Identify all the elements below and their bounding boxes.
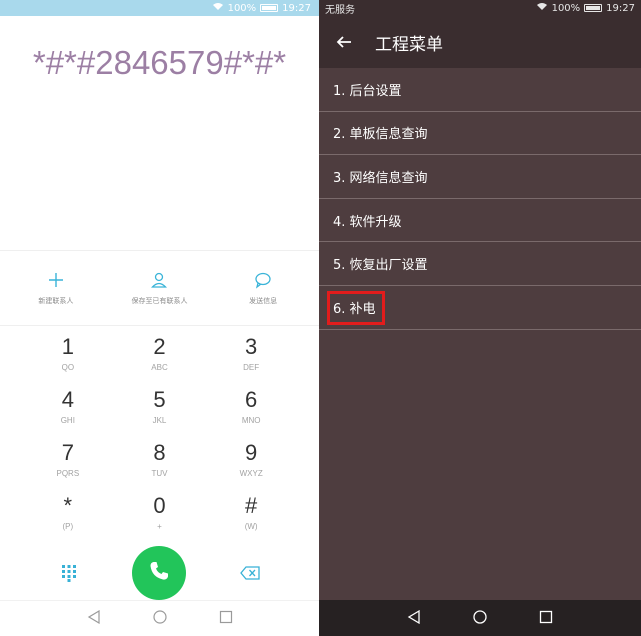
- app-bar: 工程菜单: [319, 16, 641, 68]
- key-letters: ABC: [151, 362, 168, 372]
- key-8[interactable]: 8 TUV: [114, 434, 206, 487]
- key-letters: QO: [61, 362, 75, 372]
- back-arrow-icon[interactable]: [335, 33, 353, 51]
- key-letters: JKL: [152, 415, 167, 425]
- menu-item-board-info[interactable]: 2. 单板信息查询: [319, 112, 641, 156]
- message-icon: [254, 270, 272, 290]
- key-letters: +: [157, 521, 162, 531]
- dial-display: *#*#2846579#*#*: [0, 16, 319, 250]
- key-digit: 8: [153, 439, 166, 465]
- new-contact-action[interactable]: 新建联系人: [6, 270, 106, 306]
- key-6[interactable]: 6 MNO: [205, 381, 297, 434]
- keypad: 1 QO 2 ABC 3 DEF 4 GHI 5 JKL 6 MNO 7 PQRS 8 TUV …: [0, 328, 319, 540]
- status-time: 19:27: [606, 2, 635, 14]
- menu-item-background-settings[interactable]: 1. 后台设置: [319, 68, 641, 112]
- save-to-contact-label: 保存至已有联系人: [131, 297, 188, 305]
- call-button[interactable]: [132, 546, 187, 600]
- nav-home-icon[interactable]: [152, 609, 167, 628]
- highlight-box: [327, 290, 385, 325]
- key-letters: (P): [62, 521, 74, 531]
- key-9[interactable]: 9 WXYZ: [205, 434, 297, 487]
- key-star[interactable]: * (P): [22, 487, 114, 540]
- battery-percent: 100%: [227, 2, 257, 14]
- status-bar: 无服务 100% 19:27: [319, 0, 641, 16]
- battery-icon: [260, 4, 279, 12]
- key-5[interactable]: 5 JKL: [114, 381, 206, 434]
- battery-icon: [584, 4, 603, 12]
- dialed-number: *#*#2846579#*#*: [32, 44, 287, 81]
- page-title: 工程菜单: [375, 34, 443, 55]
- key-letters: DEF: [243, 362, 260, 372]
- add-contact-icon: [47, 270, 65, 290]
- status-bar: 100% 19:27: [0, 0, 319, 16]
- key-4[interactable]: 4 GHI: [22, 381, 114, 434]
- call-row: [0, 540, 319, 606]
- keypad-toggle-icon[interactable]: [54, 564, 84, 582]
- key-digit: 7: [61, 439, 74, 465]
- menu-item-factory-reset[interactable]: 5. 恢复出厂设置: [319, 242, 641, 286]
- key-letters: TUV: [151, 468, 168, 478]
- dialer-screen: 100% 19:27 *#*#2846579#*#* 新建联系人 保存至已有联系…: [0, 0, 319, 636]
- key-0[interactable]: 0 +: [114, 487, 206, 540]
- key-digit: 2: [153, 333, 166, 359]
- menu-item-label: 5. 恢复出厂设置: [333, 258, 428, 274]
- send-message-action[interactable]: 发送信息: [213, 270, 313, 306]
- menu-item-label: 1. 后台设置: [333, 83, 402, 99]
- backspace-icon[interactable]: [235, 566, 265, 580]
- menu-item-software-upgrade[interactable]: 4. 软件升级: [319, 199, 641, 243]
- nav-home-icon[interactable]: [473, 609, 487, 628]
- person-icon: [150, 270, 168, 290]
- menu-item-label: 4. 软件升级: [333, 214, 402, 230]
- key-7[interactable]: 7 PQRS: [22, 434, 114, 487]
- nav-back-icon[interactable]: [87, 609, 101, 628]
- menu-item-recharge[interactable]: 6. 补电: [319, 286, 641, 330]
- engineering-menu-list: 1. 后台设置 2. 单板信息查询 3. 网络信息查询 4. 软件升级 5. 恢…: [319, 68, 641, 330]
- key-digit: 0: [153, 492, 166, 518]
- status-right: 100% 19:27: [536, 2, 635, 14]
- navigation-bar: [0, 600, 319, 636]
- menu-item-label: 2. 单板信息查询: [333, 127, 428, 143]
- key-digit: *: [63, 492, 73, 518]
- status-time: 19:27: [282, 2, 311, 14]
- key-hash[interactable]: # (W): [205, 487, 297, 540]
- menu-item-network-info[interactable]: 3. 网络信息查询: [319, 155, 641, 199]
- screenshot-root: 100% 19:27 *#*#2846579#*#* 新建联系人 保存至已有联系…: [0, 0, 641, 636]
- nav-back-icon[interactable]: [407, 609, 421, 628]
- nav-recents-icon[interactable]: [219, 609, 233, 628]
- send-message-label: 发送信息: [249, 297, 278, 305]
- key-3[interactable]: 3 DEF: [205, 328, 297, 381]
- key-digit: 4: [61, 386, 74, 412]
- key-letters: (W): [244, 521, 258, 531]
- phone-icon: [147, 559, 171, 587]
- save-to-contact-action[interactable]: 保存至已有联系人: [109, 270, 209, 306]
- nav-recents-icon[interactable]: [539, 609, 553, 628]
- key-digit: 1: [61, 333, 74, 359]
- menu-item-label: 3. 网络信息查询: [333, 170, 428, 186]
- key-digit: 3: [245, 333, 258, 359]
- battery-percent: 100%: [551, 2, 581, 14]
- key-letters: MNO: [241, 415, 261, 425]
- key-digit: 6: [245, 386, 258, 412]
- key-digit: 9: [245, 439, 258, 465]
- navigation-bar: [319, 600, 641, 636]
- dialer-actions: 新建联系人 保存至已有联系人 发送信息: [0, 250, 319, 326]
- key-letters: PQRS: [56, 468, 80, 478]
- key-digit: 5: [153, 386, 166, 412]
- key-1[interactable]: 1 QO: [22, 328, 114, 381]
- key-letters: GHI: [60, 415, 75, 425]
- engineering-menu-screen: 无服务 100% 19:27 工程菜单 1. 后台设置 2. 单板信息查询 3.…: [319, 0, 641, 636]
- carrier-text: 无服务: [325, 4, 355, 16]
- key-letters: WXYZ: [239, 468, 263, 478]
- key-2[interactable]: 2 ABC: [114, 328, 206, 381]
- wifi-icon: [212, 2, 224, 14]
- new-contact-label: 新建联系人: [38, 297, 74, 305]
- wifi-icon: [536, 2, 548, 14]
- key-digit: #: [245, 492, 258, 518]
